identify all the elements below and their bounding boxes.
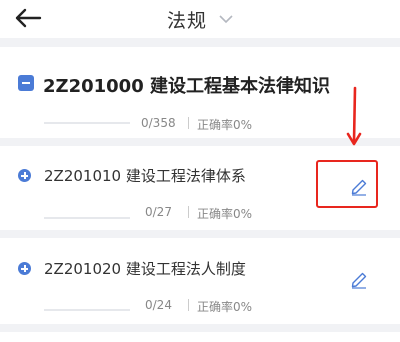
page-title: 法规 <box>166 9 207 32</box>
section-title: 2Z201000 建设工程基本法律知识 <box>43 76 330 97</box>
pencil-icon[interactable] <box>350 271 368 289</box>
section-progress-bar <box>44 122 130 124</box>
divider <box>188 299 189 311</box>
highlight-box <box>316 160 378 208</box>
item-accuracy: 正确率0% <box>197 300 253 314</box>
chevron-down-icon <box>219 15 233 24</box>
expand-plus-icon[interactable] <box>18 169 31 182</box>
item-title: 2Z201020 建设工程法人制度 <box>44 260 246 278</box>
item-count: 0/24 <box>145 298 172 312</box>
item-accuracy: 正确率0% <box>197 207 253 221</box>
divider <box>188 117 189 129</box>
title-dropdown[interactable]: 法规 <box>0 0 400 38</box>
item-title: 2Z201010 建设工程法律体系 <box>44 167 246 185</box>
item-count: 0/27 <box>145 205 172 219</box>
section-accuracy: 正确率0% <box>197 118 253 132</box>
expand-plus-icon[interactable] <box>18 262 31 275</box>
divider <box>188 206 189 218</box>
item-progress-bar <box>44 217 130 219</box>
arrow-down-icon <box>346 86 362 146</box>
top-bar: 法规 <box>0 0 400 38</box>
section-count: 0/358 <box>141 116 176 130</box>
collapse-square-icon[interactable] <box>18 75 34 91</box>
item-progress-bar <box>44 309 130 311</box>
